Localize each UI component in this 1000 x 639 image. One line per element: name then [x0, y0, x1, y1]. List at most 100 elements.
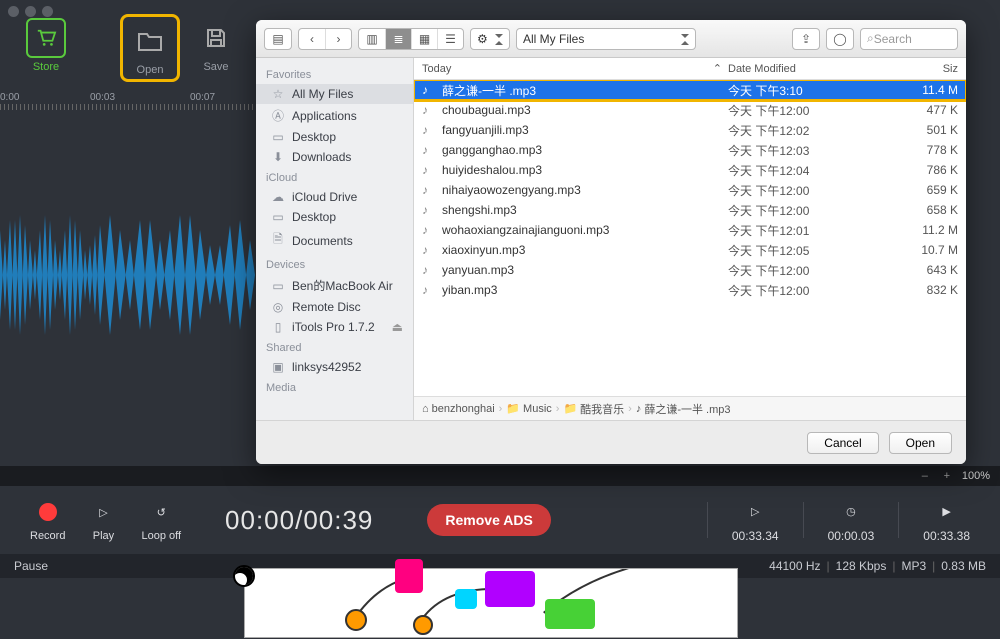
sidebar-item-label: linksys42952 — [292, 360, 361, 374]
net-icon: ▣ — [270, 360, 286, 374]
save-button[interactable]: Save — [192, 18, 240, 73]
sidebar-item[interactable]: ▭Desktop — [256, 207, 413, 227]
disc-icon: ◎ — [270, 300, 286, 314]
ad-panel[interactable] — [244, 568, 738, 638]
status-kbps: 128 Kbps — [836, 559, 887, 573]
status-size: 0.83 MB — [941, 559, 986, 573]
file-size: 11.2 M — [888, 223, 958, 237]
file-row[interactable]: ♪薛之谦-一半 .mp3今天 下午3:1011.4 M — [414, 80, 966, 100]
cancel-button[interactable]: Cancel — [807, 432, 878, 454]
arrange-popup[interactable]: ⚙ — [470, 28, 510, 50]
path-component[interactable]: 📁 Music — [506, 402, 551, 415]
sidebar-item-label: Desktop — [292, 210, 336, 224]
open-label: Open — [123, 64, 177, 76]
status-hz: 44100 Hz — [769, 559, 820, 573]
sidebar-item-label: Ben的MacBook Air — [292, 277, 393, 294]
minimize-icon[interactable] — [25, 6, 36, 17]
path-component[interactable]: ♪ 薛之谦-一半 .mp3 — [636, 401, 731, 417]
sidebar-item[interactable]: ▭Desktop — [256, 127, 413, 147]
remove-ads-button[interactable]: Remove ADS — [427, 504, 550, 536]
sidebar-item[interactable]: ▣ linksys42952 — [256, 357, 413, 377]
dialog-footer: Cancel Open — [256, 420, 966, 464]
all-icon: ☆ — [270, 87, 286, 101]
folder-icon: 📁 — [563, 402, 577, 415]
search-input[interactable]: ⌕ Search — [860, 28, 958, 50]
record-button[interactable]: Record — [30, 498, 65, 542]
sidebar-item-label: Documents — [292, 234, 353, 248]
zoom-in-button[interactable]: + — [940, 470, 954, 482]
loop-button[interactable]: ↺Loop off — [141, 498, 181, 542]
file-row[interactable]: ♪shengshi.mp3今天 下午12:00658 K — [414, 200, 966, 220]
selection-end[interactable]: ▶00:33.38 — [923, 497, 970, 543]
selection-duration[interactable]: ◷00:00.03 — [828, 497, 875, 543]
ruler-mark: 00:07 — [190, 92, 215, 103]
sidebar-item[interactable]: 🗎Documents — [256, 227, 413, 254]
file-name: yiban.mp3 — [442, 283, 728, 297]
store-label: Store — [22, 61, 70, 73]
sidebar-item[interactable]: ⬇Downloads — [256, 147, 413, 167]
sidebar-item-label: iCloud Drive — [292, 190, 357, 204]
file-name: wohaoxiangzainajianguoni.mp3 — [442, 223, 728, 237]
sidebar-toggle[interactable]: ▤ — [264, 28, 292, 50]
path-bar[interactable]: ⌂ benzhonghai›📁 Music›📁 酷我音乐›♪ 薛之谦-一半 .m… — [414, 396, 966, 420]
selection-start[interactable]: ▷00:33.34 — [732, 497, 779, 543]
audio-file-icon: ♪ — [422, 243, 442, 257]
open-button[interactable]: Open — [120, 14, 180, 82]
file-name: huiyideshalou.mp3 — [442, 163, 728, 177]
close-icon[interactable] — [8, 6, 19, 17]
share-button[interactable]: ⇪ — [792, 28, 820, 50]
sidebar-item[interactable]: ☁iCloud Drive — [256, 187, 413, 207]
file-name: gangganghao.mp3 — [442, 143, 728, 157]
file-size: 832 K — [888, 283, 958, 297]
file-date: 今天 下午12:00 — [728, 102, 888, 119]
sidebar-item-label: iTools Pro 1.7.2 — [292, 320, 375, 334]
sidebar-header: Shared — [256, 337, 413, 357]
play-button[interactable]: ▷Play — [89, 498, 117, 542]
tags-button[interactable]: ◯ — [826, 28, 854, 50]
file-size: 11.4 M — [888, 83, 958, 97]
forward-icon: › — [325, 29, 351, 49]
open-file-dialog: ▤ ‹› ▥≣▦☰ ⚙ All My Files ⇪ ◯ ⌕ Search Fa… — [256, 20, 966, 464]
file-date: 今天 下午12:01 — [728, 222, 888, 239]
file-row[interactable]: ♪choubaguai.mp3今天 下午12:00477 K — [414, 100, 966, 120]
column-header[interactable]: Today⌃ Date Modified Siz — [414, 58, 966, 80]
file-row[interactable]: ♪fangyuanjili.mp3今天 下午12:02501 K — [414, 120, 966, 140]
file-name: choubaguai.mp3 — [442, 103, 728, 117]
store-button[interactable]: Store — [22, 18, 70, 73]
loop-icon: ↺ — [147, 498, 175, 526]
back-icon: ‹ — [299, 29, 325, 49]
sidebar-header: Favorites — [256, 64, 413, 84]
file-date: 今天 下午12:00 — [728, 282, 888, 299]
file-row[interactable]: ♪yanyuan.mp3今天 下午12:00643 K — [414, 260, 966, 280]
sidebar-item[interactable]: ▭ Ben的MacBook Air — [256, 274, 413, 297]
path-component[interactable]: ⌂ benzhonghai — [422, 403, 495, 415]
zoom-icon[interactable] — [42, 6, 53, 17]
eject-icon[interactable]: ⏏ — [392, 320, 403, 334]
open-confirm-button[interactable]: Open — [889, 432, 952, 454]
sidebar-item-label: Applications — [292, 109, 357, 123]
folder-icon — [137, 30, 163, 52]
nav-back-forward[interactable]: ‹› — [298, 28, 352, 50]
file-name: nihaiyaowozengyang.mp3 — [442, 183, 728, 197]
sidebar-item[interactable]: ◎ Remote Disc — [256, 297, 413, 317]
path-component[interactable]: 📁 酷我音乐 — [563, 401, 624, 417]
sidebar-item-label: Remote Disc — [292, 300, 361, 314]
sidebar-item[interactable]: ▯iTools Pro 1.7.2⏏ — [256, 317, 413, 337]
zoom-out-button[interactable]: – — [918, 470, 932, 482]
mac-icon: ▭ — [270, 279, 286, 293]
sidebar-item[interactable]: ☆ All My Files — [256, 84, 413, 104]
file-row[interactable]: ♪wohaoxiangzainajianguoni.mp3今天 下午12:011… — [414, 220, 966, 240]
file-row[interactable]: ♪gangganghao.mp3今天 下午12:03778 K — [414, 140, 966, 160]
file-row[interactable]: ♪yiban.mp3今天 下午12:00832 K — [414, 280, 966, 300]
sidebar-item-label: All My Files — [292, 87, 353, 101]
audio-file-icon: ♪ — [422, 143, 442, 157]
file-row[interactable]: ♪xiaoxinyun.mp3今天 下午12:0510.7 M — [414, 240, 966, 260]
file-row[interactable]: ♪huiyideshalou.mp3今天 下午12:04786 K — [414, 160, 966, 180]
sort-arrow-icon: ⌃ — [713, 62, 722, 75]
file-row[interactable]: ♪nihaiyaowozengyang.mp3今天 下午12:00659 K — [414, 180, 966, 200]
audio-file-icon: ♪ — [422, 203, 442, 217]
file-name: 薛之谦-一半 .mp3 — [442, 82, 728, 99]
view-mode[interactable]: ▥≣▦☰ — [358, 28, 464, 50]
sidebar-item[interactable]: ⒶApplications — [256, 104, 413, 127]
location-popup[interactable]: All My Files — [516, 28, 696, 50]
